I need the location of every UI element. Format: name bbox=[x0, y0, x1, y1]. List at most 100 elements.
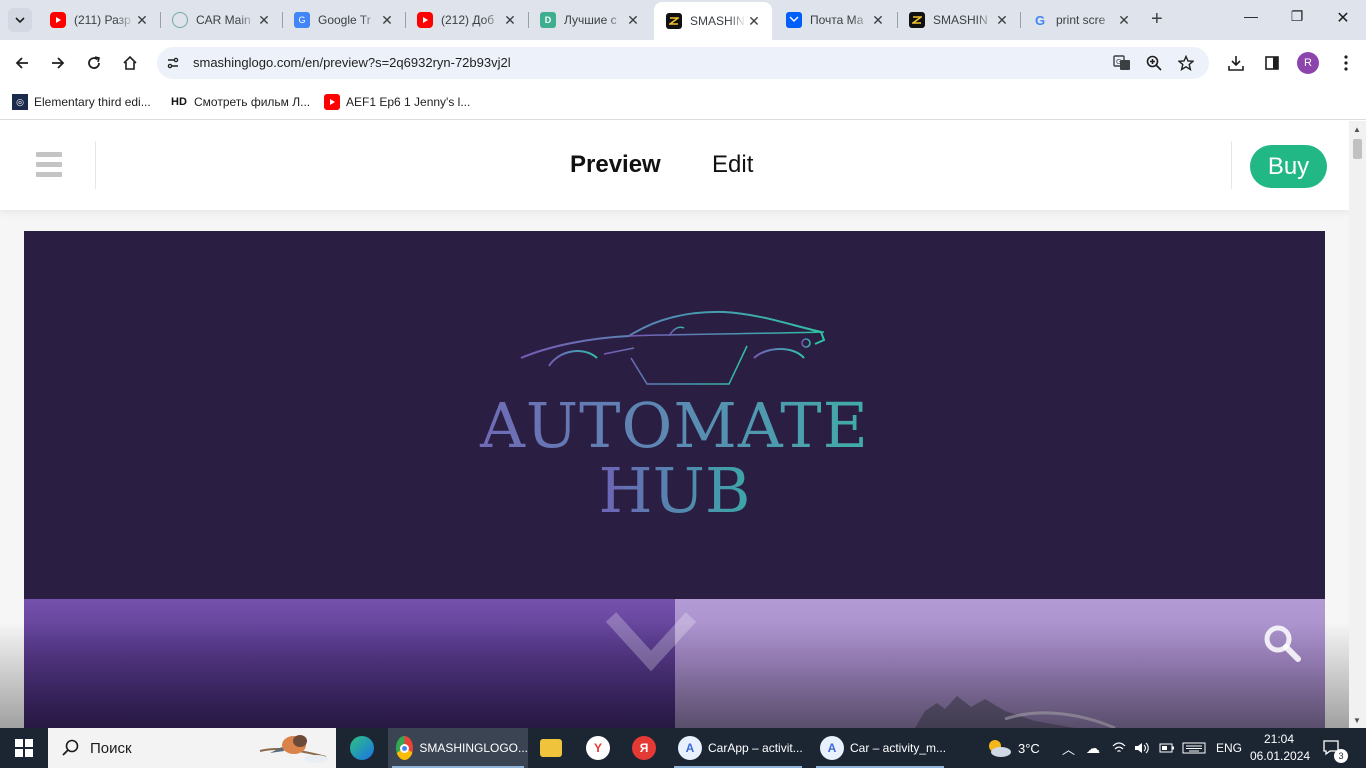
profile-avatar[interactable]: R bbox=[1296, 51, 1320, 75]
back-button[interactable] bbox=[10, 51, 34, 75]
youtube-icon bbox=[50, 12, 66, 28]
tab-1[interactable]: CAR Main ✕ bbox=[160, 6, 282, 34]
close-icon[interactable]: ✕ bbox=[994, 12, 1010, 29]
translate-icon[interactable]: G bbox=[1112, 53, 1132, 73]
tab-5-active[interactable]: SMASHIN ✕ bbox=[654, 2, 772, 40]
tab-3[interactable]: (212) Доб ✕ bbox=[405, 6, 528, 34]
scrollbar-thumb[interactable] bbox=[1353, 139, 1362, 159]
search-icon bbox=[62, 739, 79, 756]
close-icon[interactable]: ✕ bbox=[256, 12, 272, 29]
tab-title: print scre bbox=[1056, 13, 1106, 27]
bookmark-star-icon[interactable] bbox=[1176, 53, 1196, 73]
minimize-button[interactable]: — bbox=[1228, 8, 1274, 24]
address-bar[interactable]: smashinglogo.com/en/preview?s=2q6932ryn-… bbox=[157, 47, 1209, 79]
taskbar-app-label: SMASHINGLOGO... bbox=[419, 741, 528, 755]
restore-button[interactable]: ❐ bbox=[1274, 8, 1320, 25]
keyboard-icon bbox=[1182, 742, 1206, 754]
buy-button[interactable]: Buy bbox=[1250, 145, 1327, 188]
yandex-icon: Я bbox=[632, 736, 656, 760]
taskbar-android-studio-1[interactable]: A CarApp – activit... bbox=[670, 728, 806, 768]
bookmark-item[interactable]: HD Смотреть фильм Л... bbox=[170, 94, 310, 110]
web-page: Preview Edit Buy AUTOMATE HUB bbox=[0, 121, 1349, 728]
nav-preview-link[interactable]: Preview bbox=[570, 151, 661, 179]
tab-search-button[interactable] bbox=[8, 8, 32, 32]
language-indicator[interactable]: ENG bbox=[1216, 728, 1242, 768]
onedrive-tray[interactable]: ☁ bbox=[1086, 728, 1100, 768]
forward-button[interactable] bbox=[46, 51, 70, 75]
tab-0[interactable]: (211) Разр ✕ bbox=[38, 6, 160, 34]
zoom-icon[interactable] bbox=[1144, 53, 1164, 73]
side-panel-icon bbox=[1265, 56, 1279, 70]
bookmark-item[interactable]: AEF1 Ep6 1 Jenny's l... bbox=[324, 94, 470, 110]
taskbar-chrome[interactable]: SMASHINGLOGO... bbox=[388, 728, 528, 768]
close-icon[interactable]: ✕ bbox=[625, 12, 641, 29]
volume-tray[interactable] bbox=[1134, 728, 1150, 768]
folder-icon bbox=[540, 739, 562, 757]
battery-tray[interactable] bbox=[1159, 728, 1175, 768]
scroll-down-icon[interactable]: ▼ bbox=[1353, 716, 1361, 725]
speaker-icon bbox=[1135, 742, 1149, 754]
android-studio-icon: A bbox=[820, 736, 844, 760]
bookmark-label: Elementary third edi... bbox=[34, 95, 151, 109]
weather-widget[interactable]: 3°C bbox=[984, 728, 1040, 768]
menu-button[interactable] bbox=[1334, 51, 1358, 75]
windows-logo-icon bbox=[15, 739, 33, 757]
mockup-thumbnail-left[interactable] bbox=[24, 599, 675, 728]
reload-button[interactable] bbox=[82, 51, 106, 75]
close-icon[interactable]: ✕ bbox=[134, 12, 150, 29]
taskbar-edge[interactable] bbox=[344, 728, 380, 768]
taskbar-search-box[interactable]: Поиск bbox=[48, 728, 336, 768]
start-button[interactable] bbox=[0, 728, 48, 768]
tab-4[interactable]: D Лучшие с ✕ bbox=[528, 6, 651, 34]
bookmark-label: AEF1 Ep6 1 Jenny's l... bbox=[346, 95, 471, 109]
nav-edit-link[interactable]: Edit bbox=[712, 151, 753, 179]
close-icon[interactable]: ✕ bbox=[502, 12, 518, 29]
android-studio-icon: A bbox=[678, 736, 702, 760]
header-divider bbox=[95, 141, 96, 189]
close-icon[interactable]: ✕ bbox=[1116, 12, 1132, 29]
tray-chevron[interactable]: ︿ bbox=[1062, 728, 1075, 768]
close-icon[interactable]: ✕ bbox=[379, 12, 395, 29]
hd-icon: HD bbox=[171, 96, 187, 108]
home-button[interactable] bbox=[118, 51, 142, 75]
download-icon bbox=[1228, 56, 1244, 71]
url-text[interactable]: smashinglogo.com/en/preview?s=2q6932ryn-… bbox=[193, 55, 511, 70]
car-silhouette-icon bbox=[520, 310, 826, 385]
taskbar-yandex[interactable]: Я bbox=[624, 728, 664, 768]
hamburger-menu-icon[interactable] bbox=[36, 152, 62, 178]
taskbar-android-studio-2[interactable]: A Car – activity_m... bbox=[812, 728, 948, 768]
clock-time: 21:04 bbox=[1263, 732, 1295, 746]
close-icon[interactable]: ✕ bbox=[746, 13, 762, 30]
scroll-up-icon[interactable]: ▲ bbox=[1353, 125, 1361, 134]
chevron-down-icon[interactable] bbox=[603, 609, 699, 679]
system-clock[interactable]: 21:04 06.01.2024 bbox=[1250, 731, 1310, 765]
tab-strip: (211) Разр ✕ CAR Main ✕ G Google Tr ✕ (2… bbox=[0, 0, 1366, 40]
side-panel-button[interactable] bbox=[1260, 51, 1284, 75]
tab-6[interactable]: Почта Ма ✕ bbox=[774, 6, 896, 34]
new-tab-button[interactable]: + bbox=[1151, 9, 1163, 29]
bookmark-item[interactable]: ◎ Elementary third edi... bbox=[12, 94, 151, 110]
network-tray[interactable] bbox=[1112, 728, 1126, 768]
mockup-thumbnail-right[interactable] bbox=[675, 599, 1325, 728]
tab-7[interactable]: SMASHIN ✕ bbox=[897, 6, 1020, 34]
close-window-button[interactable]: ✕ bbox=[1320, 8, 1366, 28]
notifications-button[interactable]: 3 bbox=[1322, 728, 1348, 768]
close-icon[interactable]: ✕ bbox=[870, 12, 886, 29]
site-info-icon[interactable] bbox=[163, 53, 183, 73]
tab-title: (211) Разр bbox=[74, 13, 131, 27]
mail-icon bbox=[786, 12, 802, 28]
downloads-button[interactable] bbox=[1224, 51, 1248, 75]
page-scrollbar[interactable]: ▲ ▼ bbox=[1349, 121, 1366, 728]
tab-title: Почта Ма bbox=[810, 13, 864, 27]
site-header: Preview Edit Buy bbox=[0, 121, 1349, 210]
svg-text:G: G bbox=[1116, 58, 1121, 66]
tab-8[interactable]: G print scre ✕ bbox=[1020, 6, 1142, 34]
chevron-down-icon bbox=[15, 17, 25, 24]
keyboard-tray[interactable] bbox=[1182, 728, 1206, 768]
tab-2[interactable]: G Google Tr ✕ bbox=[282, 6, 405, 34]
search-placeholder: Поиск bbox=[90, 739, 132, 757]
taskbar-explorer[interactable] bbox=[532, 728, 572, 768]
taskbar-yandex-browser[interactable]: Y bbox=[578, 728, 618, 768]
language-text: ENG bbox=[1216, 741, 1243, 755]
magnifier-icon[interactable] bbox=[1262, 623, 1302, 663]
